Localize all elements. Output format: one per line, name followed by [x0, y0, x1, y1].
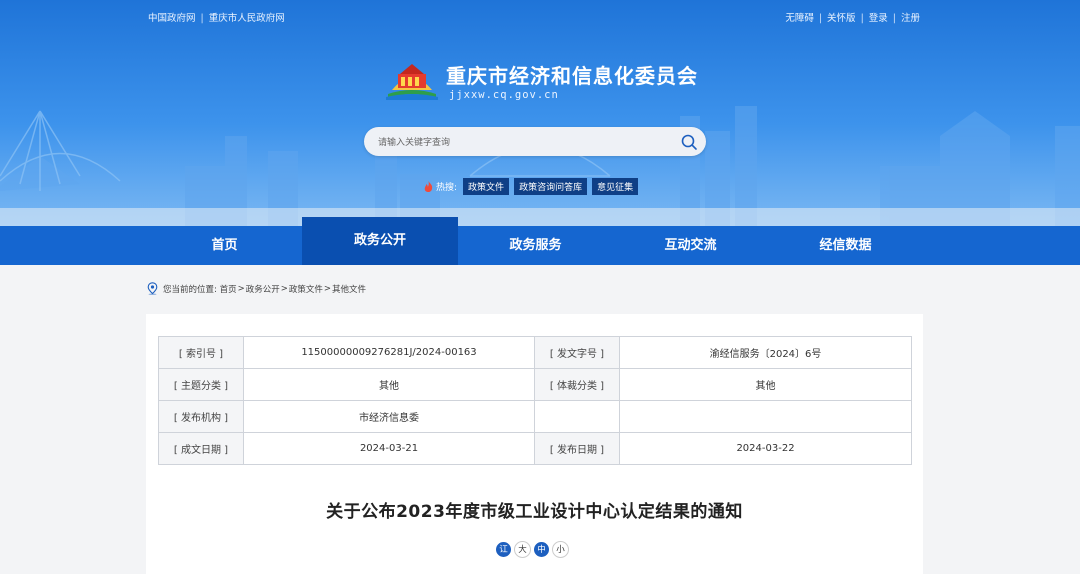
document-card: [ 索引号 ] 11500000009276281J/2024-00163 [ …	[146, 314, 923, 574]
hot-tag-policy-documents[interactable]: 政策文件	[463, 178, 510, 195]
link-cq-gov[interactable]: 重庆市人民政府网	[209, 13, 285, 24]
search-input[interactable]	[376, 133, 680, 152]
meta-value-document-number: 渝经信服务〔2024〕6号	[619, 336, 912, 369]
meta-empty-cell	[534, 400, 620, 433]
breadcrumb-other-documents[interactable]: 其他文件	[332, 283, 366, 295]
meta-value-index-number: 11500000009276281J/2024-00163	[243, 336, 535, 369]
document-title: 关于公布2023年度市级工业设计中心认定结果的通知	[326, 502, 743, 522]
reading-mode-button[interactable]: 讧	[496, 541, 511, 557]
breadcrumb-prefix: 您当前的位置:	[163, 284, 217, 295]
site-logo-icon[interactable]	[386, 56, 438, 100]
meta-key-document-number: [ 发文字号 ]	[534, 336, 620, 369]
nav-home[interactable]: 首页	[147, 226, 302, 265]
meta-key-written-date: [ 成文日期 ]	[158, 432, 244, 465]
city-skyline-illustration	[0, 106, 1080, 226]
font-size-large-button[interactable]: 大	[514, 540, 531, 558]
location-pin-icon	[147, 282, 158, 295]
nav-interaction[interactable]: 互动交流	[613, 226, 768, 265]
link-care-mode[interactable]: 关怀版	[827, 13, 856, 24]
breadcrumb: 您当前的位置: 首页 > 政务公开 > 政策文件 > 其他文件	[147, 282, 366, 295]
hot-search-label: 热搜:	[436, 183, 458, 193]
font-size-small-button[interactable]: 小	[552, 540, 569, 558]
font-size-controls: 讧 大 中 小	[496, 540, 572, 558]
link-login[interactable]: 登录	[869, 13, 888, 24]
search-box	[364, 127, 706, 156]
font-size-medium-button[interactable]: 中	[534, 541, 549, 557]
hot-search-bar: 热搜: 政策文件 政策咨询问答库 意见征集	[424, 178, 643, 195]
search-icon[interactable]	[680, 133, 698, 151]
breadcrumb-separator: >	[237, 283, 245, 294]
header-banner: 中国政府网 | 重庆市人民政府网 无障碍 | 关怀版 | 登录 | 注册 重庆市经济和信息化委员…	[0, 0, 1080, 226]
breadcrumb-policy-documents[interactable]: 政策文件	[289, 283, 323, 295]
nav-economic-data[interactable]: 经信数据	[768, 226, 923, 265]
breadcrumb-separator: >	[280, 283, 288, 294]
meta-row: [ 索引号 ] 11500000009276281J/2024-00163 [ …	[158, 336, 912, 369]
flame-icon	[424, 181, 433, 192]
meta-key-subject: [ 主题分类 ]	[158, 368, 244, 401]
meta-row: [ 主题分类 ] 其他 [ 体裁分类 ] 其他	[158, 368, 912, 401]
meta-key-index-number: [ 索引号 ]	[158, 336, 244, 369]
meta-empty-cell	[619, 400, 912, 433]
document-meta-table: [ 索引号 ] 11500000009276281J/2024-00163 [ …	[158, 336, 912, 465]
breadcrumb-government-affairs[interactable]: 政务公开	[246, 283, 280, 295]
meta-value-written-date: 2024-03-21	[243, 432, 535, 465]
meta-value-subject: 其他	[243, 368, 535, 401]
hot-tag-policy-qa[interactable]: 政策咨询问答库	[514, 178, 588, 195]
meta-value-publisher: 市经济信息委	[243, 400, 535, 433]
meta-value-genre: 其他	[619, 368, 912, 401]
top-links-right: 无障碍 | 关怀版 | 登录 | 注册	[785, 13, 920, 24]
site-domain: jjxxw.cq.gov.cn	[449, 89, 559, 101]
hot-tag-opinion-collection[interactable]: 意见征集	[592, 178, 639, 195]
meta-key-publish-date: [ 发布日期 ]	[534, 432, 620, 465]
link-gov-cn[interactable]: 中国政府网	[148, 13, 196, 24]
nav-government-services[interactable]: 政务服务	[458, 226, 613, 265]
meta-value-publish-date: 2024-03-22	[619, 432, 912, 465]
link-register[interactable]: 注册	[901, 13, 920, 24]
breadcrumb-separator: >	[323, 283, 331, 294]
breadcrumb-home[interactable]: 首页	[220, 283, 237, 295]
nav-government-affairs[interactable]: 政务公开	[302, 217, 458, 265]
meta-row: [ 成文日期 ] 2024-03-21 [ 发布日期 ] 2024-03-22	[158, 432, 912, 465]
link-accessibility[interactable]: 无障碍	[785, 13, 814, 24]
main-nav: 首页 政务公开 政务服务 互动交流 经信数据	[0, 217, 1080, 265]
meta-key-publisher: [ 发布机构 ]	[158, 400, 244, 433]
meta-key-genre: [ 体裁分类 ]	[534, 368, 620, 401]
meta-row: [ 发布机构 ] 市经济信息委	[158, 400, 912, 433]
top-links-left: 中国政府网 | 重庆市人民政府网	[148, 13, 285, 24]
site-title: 重庆市经济和信息化委员会	[446, 64, 698, 88]
